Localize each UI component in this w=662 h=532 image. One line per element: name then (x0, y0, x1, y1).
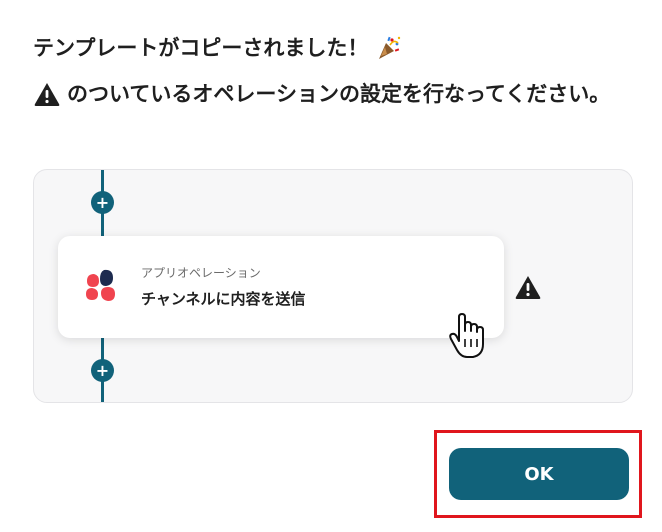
operation-card[interactable]: アプリオペレーション チャンネルに内容を送信 (58, 236, 504, 338)
ok-button[interactable]: OK (449, 448, 629, 500)
warning-icon (33, 81, 61, 107)
hand-pointer-icon (449, 313, 489, 361)
dialog-message-instruction: のついているオペレーションの設定を行なってください。 (67, 82, 611, 106)
dialog-title-line-1: テンプレートがコピーされました！ (33, 34, 402, 62)
add-step-button-bottom[interactable]: + (91, 359, 114, 382)
operation-warning-icon (513, 274, 543, 300)
operation-name-label: チャンネルに内容を送信 (141, 290, 306, 308)
party-popper-icon (376, 35, 402, 61)
flow-preview-panel: + + アプリオペレーション チャンネルに内容を送信 (33, 169, 633, 403)
template-copied-dialog: テンプレートがコピーされました！ のついているオペレーションの設定を行なってくだ… (0, 0, 662, 532)
app-logo (83, 267, 121, 305)
dialog-message-copied: テンプレートがコピーされました！ (33, 36, 369, 60)
dialog-title-line-2: のついているオペレーションの設定を行なってください。 (33, 80, 610, 108)
operation-category-label: アプリオペレーション (141, 266, 261, 280)
add-step-button-top[interactable]: + (91, 191, 114, 214)
